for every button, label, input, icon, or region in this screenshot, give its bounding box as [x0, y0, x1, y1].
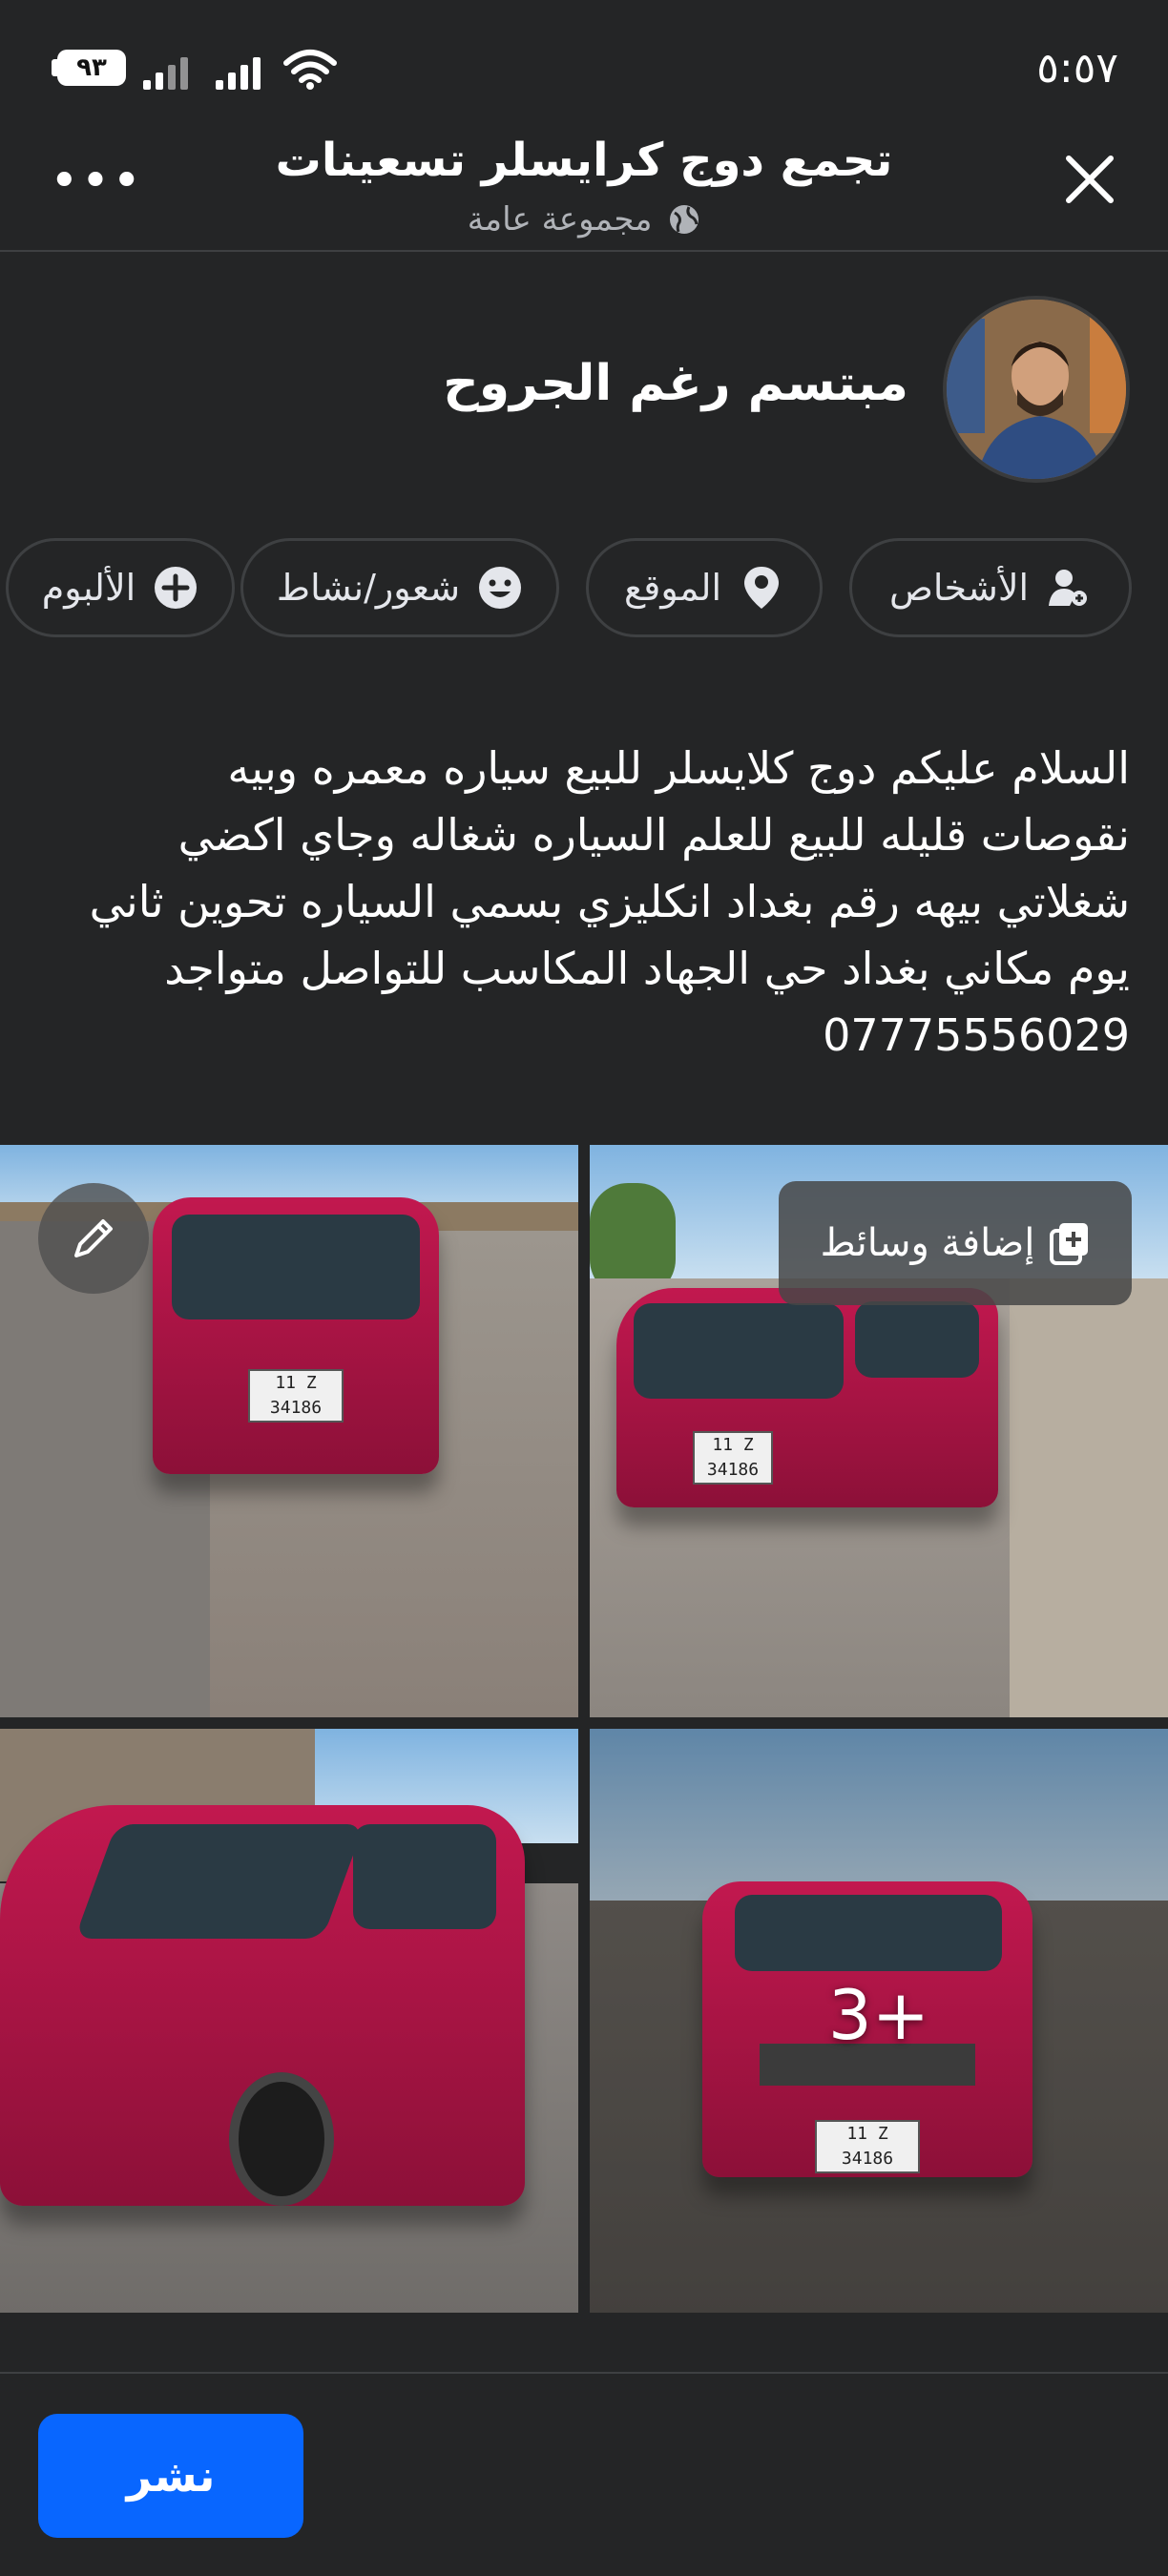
post-text-input[interactable]: السلام عليكم دوج كلايسلر للبيع سياره معم… — [32, 735, 1130, 1069]
chip-label: الألبوم — [41, 567, 136, 609]
status-bar: ٩٣ ٥:٥٧ — [0, 0, 1168, 134]
wifi-icon — [283, 50, 337, 90]
license-plate: 11 Z 34186 — [248, 1369, 344, 1423]
add-media-button[interactable]: إضافة وسائط — [779, 1181, 1132, 1305]
group-title[interactable]: تجمع دوج كرايسلر تسعينات — [191, 134, 977, 187]
battery-indicator: ٩٣ — [57, 50, 126, 86]
clock: ٥:٥٧ — [1036, 44, 1118, 93]
feeling-activity-chip[interactable]: شعور/نشاط — [240, 538, 559, 637]
signal-icon — [216, 55, 261, 90]
tag-people-icon — [1046, 565, 1092, 611]
plus-circle-icon — [153, 565, 198, 611]
group-privacy-label: مجموعة عامة — [467, 200, 653, 239]
signal-icon — [143, 55, 188, 90]
add-media-icon — [1050, 1223, 1089, 1265]
license-plate: 11 Z 34186 — [693, 1431, 773, 1485]
avatar-photo — [947, 300, 1126, 479]
license-plate: 11 Z 34186 — [815, 2120, 920, 2173]
author-name[interactable]: مبتسم رغم الجروح — [443, 355, 908, 412]
tag-people-chip[interactable]: الأشخاص — [849, 538, 1132, 637]
location-chip[interactable]: الموقع — [586, 538, 823, 637]
chip-label: الأشخاص — [888, 567, 1030, 609]
globe-icon — [670, 205, 699, 234]
chip-label: الموقع — [623, 567, 722, 609]
close-icon[interactable] — [1059, 149, 1120, 210]
smiley-icon — [477, 565, 523, 611]
photo-3[interactable] — [0, 1729, 578, 2313]
chip-label: شعور/نشاط — [276, 567, 461, 609]
edit-media-button[interactable] — [38, 1183, 149, 1294]
pencil-icon — [74, 1219, 113, 1257]
more-photos-count[interactable]: 3+ — [590, 1975, 1168, 2055]
location-pin-icon — [739, 565, 784, 611]
avatar[interactable] — [943, 296, 1130, 483]
post-button[interactable]: نشر — [38, 2414, 303, 2538]
more-dots-icon[interactable]: ••• — [50, 156, 143, 206]
divider — [0, 2372, 1168, 2374]
album-chip[interactable]: الألبوم — [6, 538, 235, 637]
add-media-label: إضافة وسائط — [820, 1221, 1035, 1265]
group-privacy: مجموعة عامة — [191, 200, 977, 239]
top-bar: ••• تجمع دوج كرايسلر تسعينات مجموعة عامة — [0, 134, 1168, 252]
